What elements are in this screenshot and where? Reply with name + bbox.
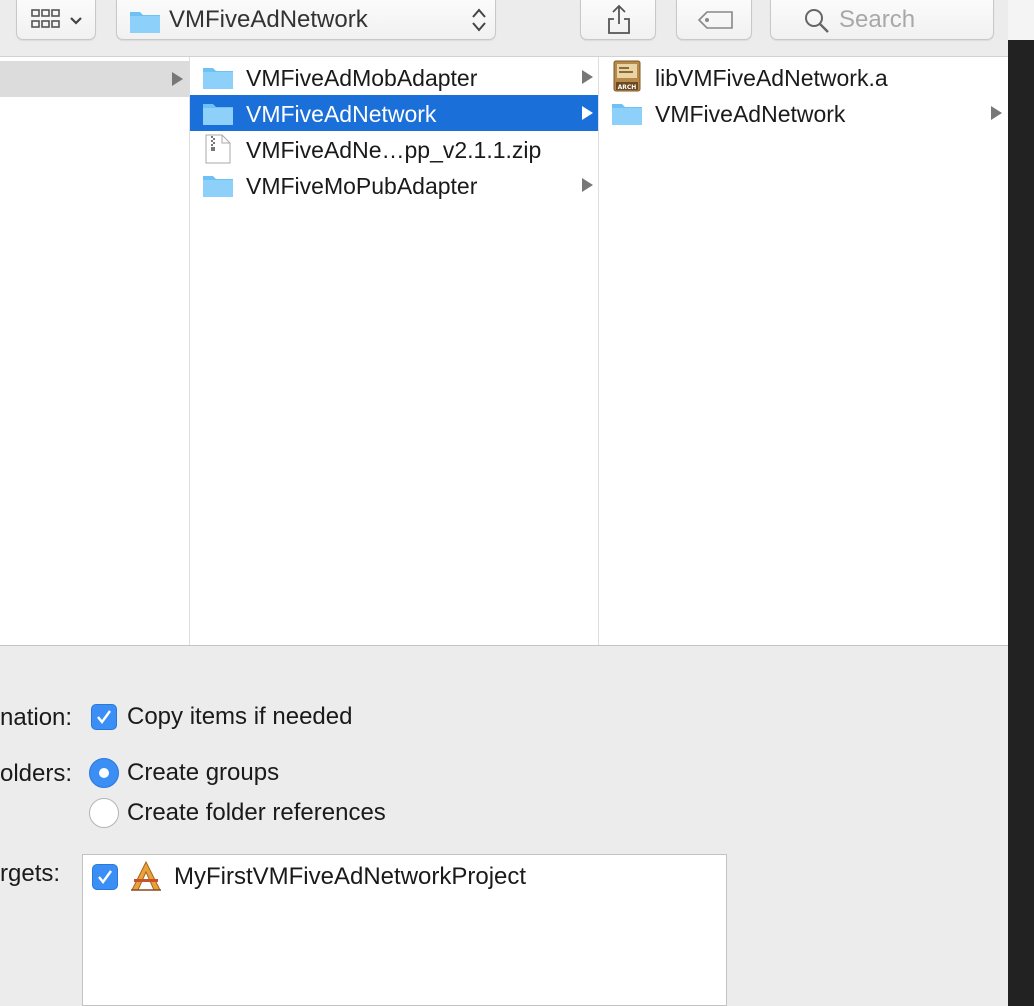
list-item[interactable] bbox=[0, 61, 189, 97]
checkmark-icon bbox=[97, 710, 111, 724]
column-3: ARCH libVMFiveAdNetwork.a VMFiveAdNetwor… bbox=[599, 57, 1008, 645]
share-button[interactable] bbox=[580, 0, 656, 40]
share-icon bbox=[608, 4, 630, 34]
folder-icon bbox=[203, 176, 233, 197]
item-label: VMFiveAdNe…pp_v2.1.1.zip bbox=[246, 137, 542, 163]
folder-icon bbox=[203, 68, 233, 89]
list-item-vmfiveadnetwork-folder[interactable]: VMFiveAdNetwork bbox=[599, 95, 1008, 131]
column-2: VMFiveAdMobAdapter VMFiveAdNetwork VMFiv… bbox=[190, 57, 599, 645]
zip-file-icon bbox=[205, 134, 231, 164]
item-label: VMFiveMoPubAdapter bbox=[246, 173, 478, 199]
item-label: VMFiveAdNetwork bbox=[246, 101, 437, 127]
column-browser: VMFiveAdMobAdapter VMFiveAdNetwork VMFiv… bbox=[0, 57, 1008, 645]
folder-icon bbox=[612, 104, 642, 125]
grid-view-icon bbox=[31, 9, 60, 28]
list-item-vmfivemopubadapter[interactable]: VMFiveMoPubAdapter bbox=[190, 167, 598, 203]
targets-label: rgets: bbox=[0, 860, 61, 887]
checkmark-icon bbox=[98, 870, 112, 884]
list-item-zip[interactable]: VMFiveAdNe…pp_v2.1.1.zip bbox=[190, 131, 598, 167]
updown-chevron-icon bbox=[472, 8, 486, 32]
target-checkbox[interactable] bbox=[92, 864, 118, 890]
target-name: MyFirstVMFiveAdNetworkProject bbox=[174, 863, 527, 890]
toolbar: VMFiveAdNetwork Search bbox=[0, 0, 1008, 57]
path-popup-button[interactable]: VMFiveAdNetwork bbox=[116, 0, 496, 40]
destination-label: nation: bbox=[0, 704, 73, 731]
item-label: libVMFiveAdNetwork.a bbox=[655, 65, 888, 91]
search-field[interactable]: Search bbox=[770, 0, 994, 40]
chevron-down-icon bbox=[70, 17, 82, 25]
folder-icon bbox=[203, 104, 233, 125]
copy-items-label: Copy items if needed bbox=[127, 703, 353, 730]
targets-list: MyFirstVMFiveAdNetworkProject bbox=[82, 854, 727, 1006]
folders-label: olders: bbox=[0, 760, 73, 787]
create-groups-label: Create groups bbox=[127, 759, 280, 786]
create-folder-references-radio[interactable] bbox=[89, 798, 119, 828]
folder-icon bbox=[130, 12, 160, 33]
app-target-icon bbox=[131, 860, 161, 891]
archive-file-icon: ARCH bbox=[613, 60, 641, 92]
view-options-button[interactable] bbox=[16, 0, 96, 40]
tag-button[interactable] bbox=[676, 0, 752, 40]
disclosure-arrow-icon bbox=[991, 106, 1002, 120]
window-edge bbox=[1008, 0, 1034, 1006]
archive-icon-text: ARCH bbox=[618, 84, 637, 91]
list-item-vmfiveadmobadapter[interactable]: VMFiveAdMobAdapter bbox=[190, 59, 598, 95]
tag-icon bbox=[697, 11, 733, 29]
disclosure-arrow-icon bbox=[582, 70, 593, 84]
list-item-vmfiveadnetwork[interactable]: VMFiveAdNetwork bbox=[190, 95, 598, 131]
item-label: VMFiveAdMobAdapter bbox=[246, 65, 478, 91]
list-item-libvmfiveadnetwork[interactable]: ARCH libVMFiveAdNetwork.a bbox=[599, 59, 1008, 95]
path-title: VMFiveAdNetwork bbox=[169, 6, 368, 33]
copy-items-checkbox[interactable] bbox=[91, 704, 117, 730]
disclosure-arrow-icon bbox=[172, 72, 183, 86]
search-placeholder: Search bbox=[839, 6, 916, 33]
search-icon bbox=[805, 9, 829, 33]
column-1 bbox=[0, 57, 190, 645]
divider bbox=[0, 645, 1008, 646]
disclosure-arrow-icon bbox=[582, 106, 593, 120]
create-folder-references-label: Create folder references bbox=[127, 799, 386, 826]
item-label: VMFiveAdNetwork bbox=[655, 101, 846, 127]
create-groups-radio[interactable] bbox=[89, 758, 119, 788]
disclosure-arrow-icon bbox=[582, 178, 593, 192]
